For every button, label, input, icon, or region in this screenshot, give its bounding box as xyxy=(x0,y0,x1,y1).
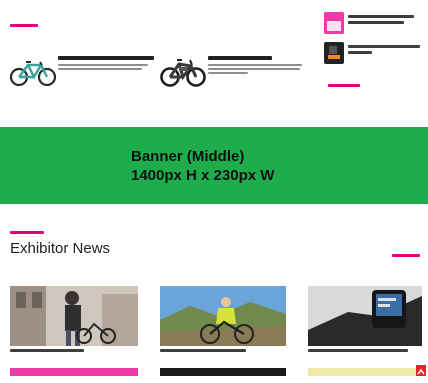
news-image xyxy=(10,286,138,346)
sidebar-news-item[interactable] xyxy=(324,42,424,66)
exhibitor-news-title: Exhibitor News xyxy=(10,240,111,257)
product-title-placeholder xyxy=(208,56,272,60)
section-label xyxy=(10,231,44,234)
news-caption-line xyxy=(160,349,246,352)
section-label xyxy=(10,24,38,27)
scroll-to-top-button[interactable] xyxy=(416,365,426,376)
arrow-up-icon xyxy=(417,368,425,375)
news-card[interactable] xyxy=(308,286,424,358)
news-image xyxy=(160,286,286,346)
news-image-partial[interactable] xyxy=(160,368,286,376)
news-caption-line xyxy=(308,349,408,352)
news-image-partial[interactable] xyxy=(308,368,416,376)
product-description-line xyxy=(208,68,300,70)
news-card[interactable] xyxy=(160,286,286,358)
ebike-image xyxy=(160,59,206,87)
banner-line-1: Banner (Middle) xyxy=(131,148,245,165)
bicycle-image xyxy=(9,61,57,87)
product-description-line xyxy=(208,72,248,74)
news-card[interactable] xyxy=(10,286,138,358)
sidebar-news-thumbnail xyxy=(324,12,344,34)
product-card[interactable] xyxy=(8,52,158,92)
sidebar-news-thumbnail xyxy=(324,42,344,64)
view-all-news-link[interactable] xyxy=(392,254,420,257)
sidebar-news-item[interactable] xyxy=(324,12,424,36)
banner-line-2: 1400px H x 230px W xyxy=(131,167,275,184)
news-caption-line xyxy=(10,349,84,352)
product-description-line xyxy=(208,64,302,66)
product-title-placeholder xyxy=(58,56,154,60)
see-all-link[interactable] xyxy=(328,84,360,87)
product-description-line xyxy=(58,68,142,70)
news-image-partial[interactable] xyxy=(10,368,138,376)
banner-middle[interactable]: Banner (Middle) 1400px H x 230px W xyxy=(0,127,428,204)
news-image xyxy=(308,286,422,346)
sidebar-news-title-line xyxy=(348,21,404,24)
product-description-line xyxy=(58,64,148,66)
product-card[interactable] xyxy=(160,52,308,96)
sidebar-news-title-line xyxy=(348,51,372,54)
sidebar-news-title-line xyxy=(348,15,414,18)
sidebar-news-title-line xyxy=(348,45,420,48)
